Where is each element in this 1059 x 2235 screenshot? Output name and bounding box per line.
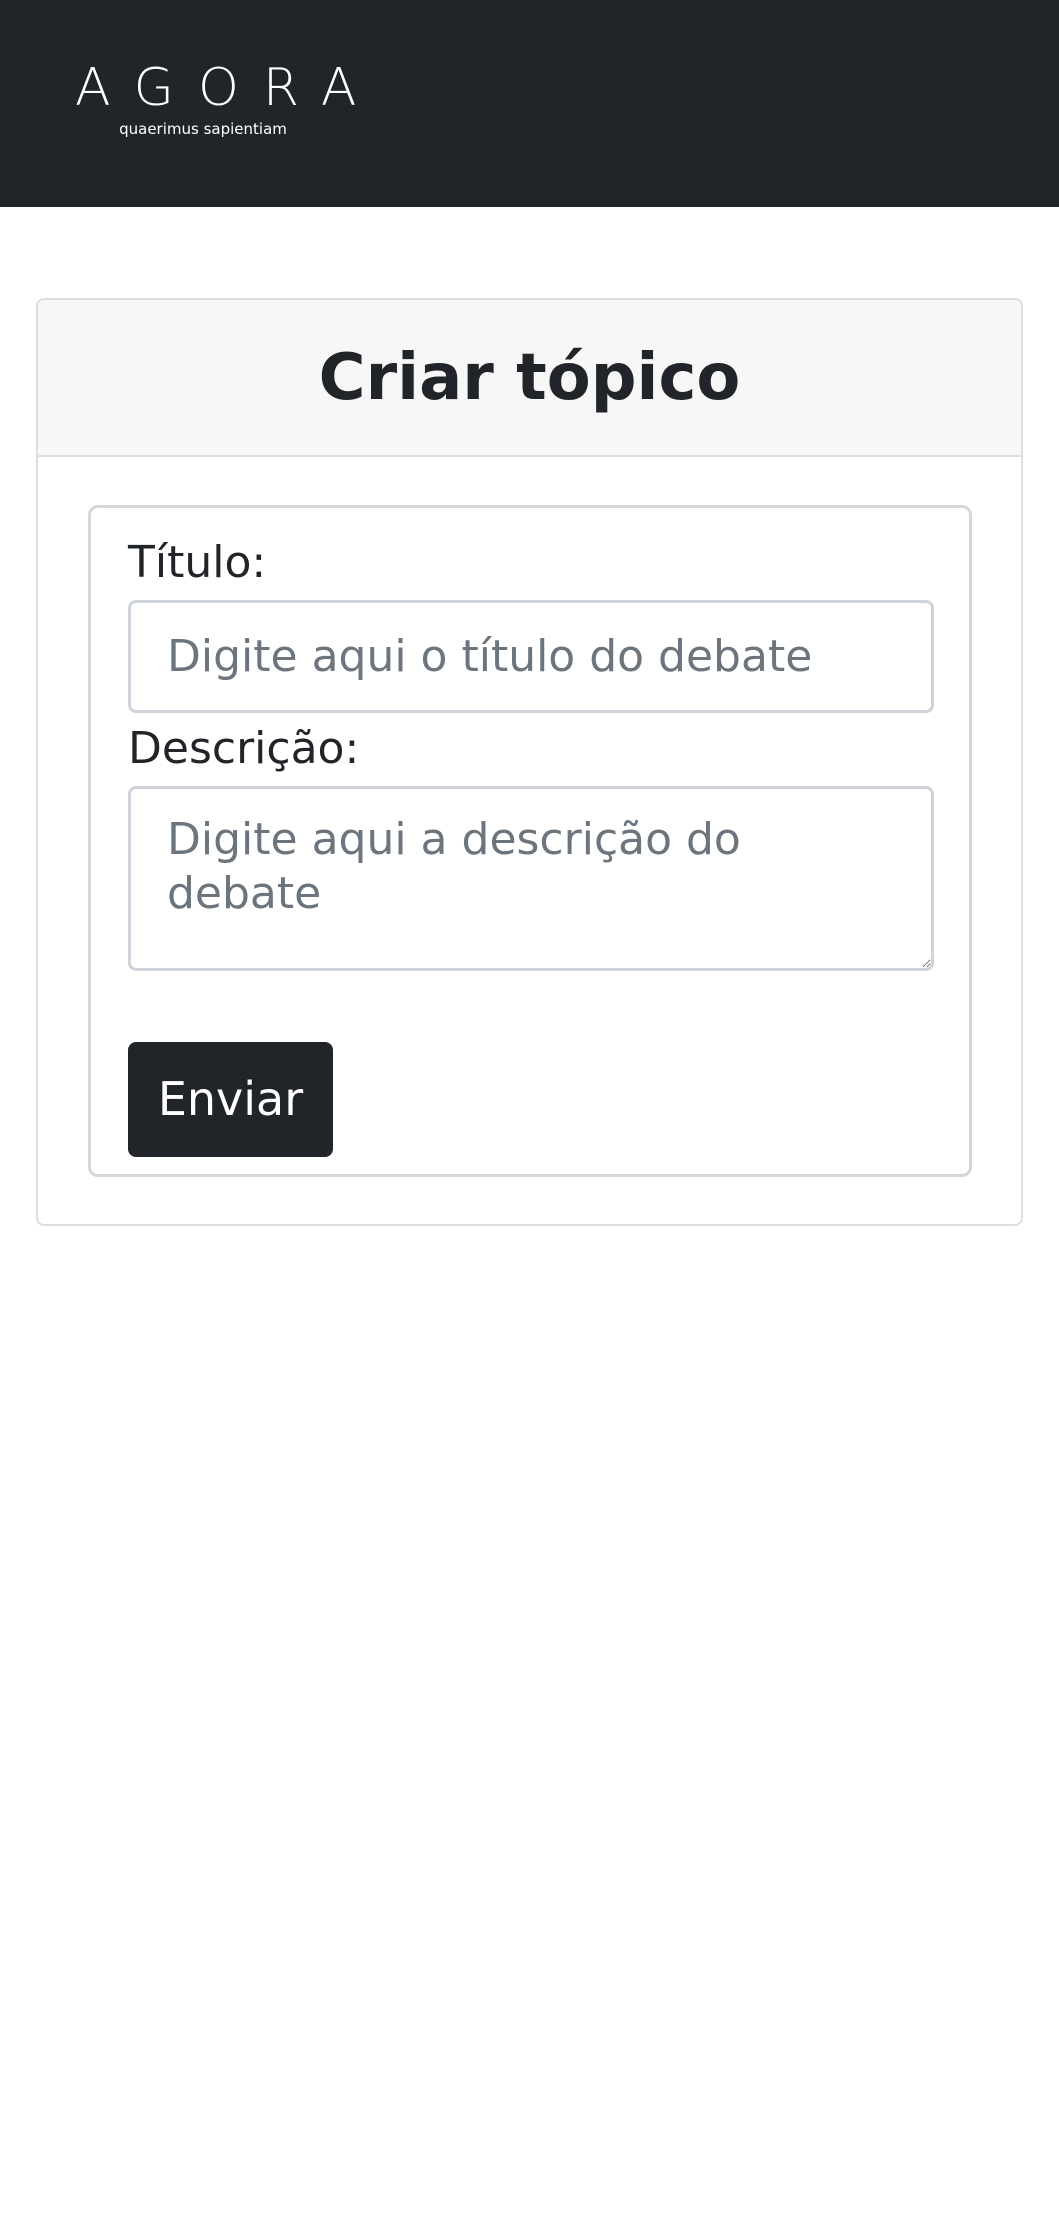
create-topic-card: Criar tópico Título: Descrição: Enviar (36, 298, 1023, 1226)
brand-logo-link[interactable]: AGORA quaerimus sapientiam (63, 58, 381, 148)
brand-name: AGORA (75, 58, 381, 118)
title-label: Título: (128, 537, 267, 588)
title-input[interactable] (128, 600, 934, 713)
description-label: Descrição: (128, 723, 360, 774)
card-header: Criar tópico (38, 300, 1021, 457)
submit-button[interactable]: Enviar (128, 1042, 333, 1157)
create-topic-form: Título: Descrição: Enviar (88, 505, 972, 1177)
page-title: Criar tópico (318, 340, 741, 415)
brand-motto: quaerimus sapientiam (119, 120, 287, 138)
description-textarea[interactable] (128, 786, 934, 971)
navbar: AGORA quaerimus sapientiam (0, 0, 1059, 207)
